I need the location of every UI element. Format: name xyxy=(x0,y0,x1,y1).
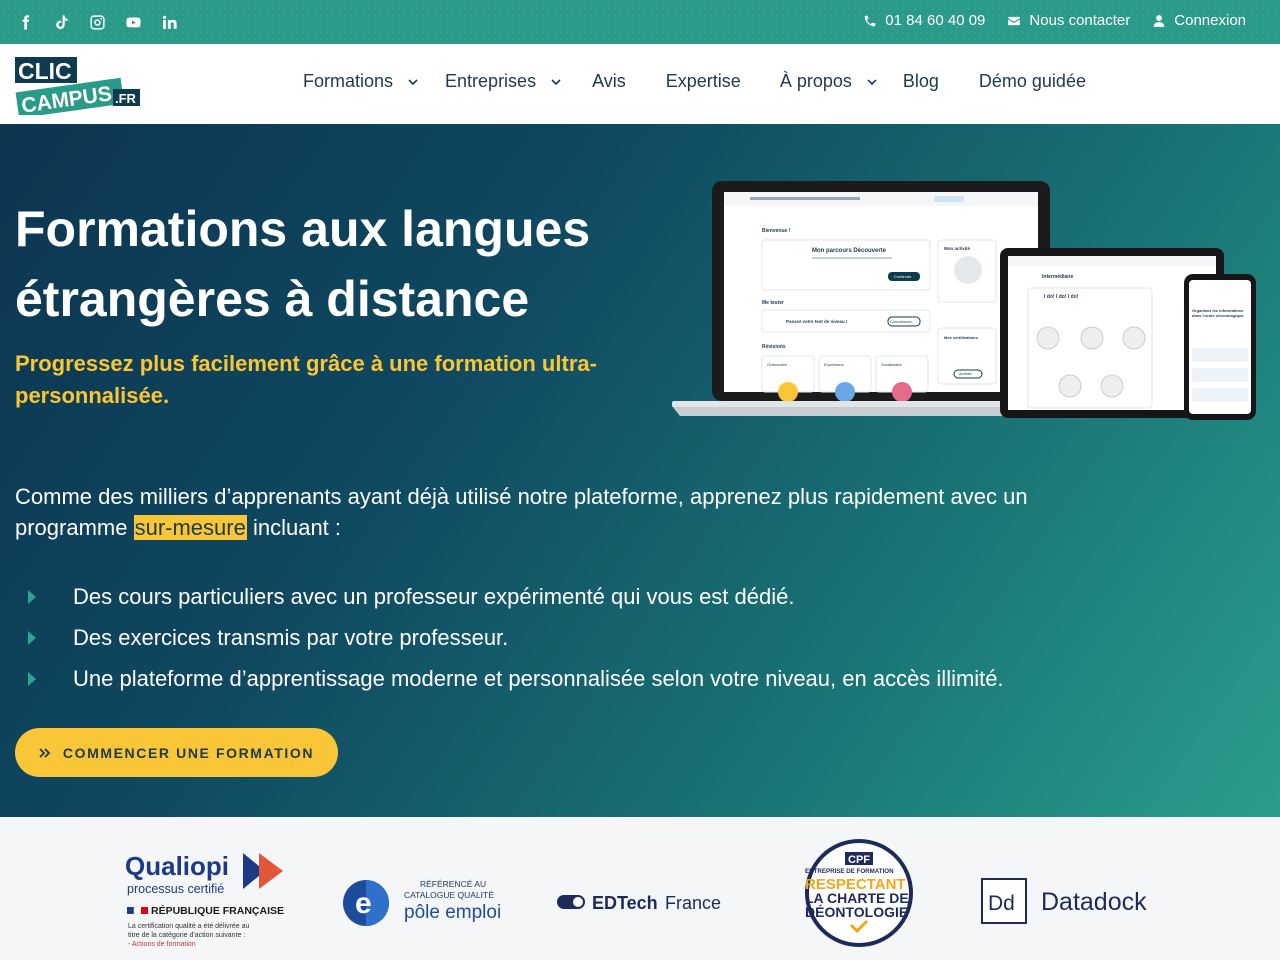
svg-text:RÉPUBLIQUE FRANÇAISE: RÉPUBLIQUE FRANÇAISE xyxy=(151,904,284,917)
nav-label: Entreprises xyxy=(445,71,537,91)
nav-label: Blog xyxy=(902,71,939,91)
list-item: Des exercices transmis par votre profess… xyxy=(28,617,1004,658)
bullet-text: Une plateforme d’apprentissage moderne e… xyxy=(73,665,1004,691)
svg-text:Me tester: Me tester xyxy=(762,300,784,306)
svg-text:.FR: .FR xyxy=(115,91,137,106)
svg-text:- Actions de formation: - Actions de formation xyxy=(128,941,196,948)
hero-paragraph: Comme des milliers d’apprenants ayant dé… xyxy=(15,481,1085,543)
contact-label: Nous contacter xyxy=(1029,12,1131,29)
nav-menu: Formations Entreprises Avis Expertise À … xyxy=(303,71,1086,92)
chevron-down-icon xyxy=(408,78,418,85)
svg-text:EDTech: EDTech xyxy=(592,893,658,913)
nav-item-a-propos[interactable]: À propos xyxy=(780,71,878,92)
bullet-text: Des exercices transmis par votre profess… xyxy=(73,624,509,650)
svg-text:Expression: Expression xyxy=(824,362,844,367)
svg-text:I do! I do! I do!: I do! I do! I do! xyxy=(1044,294,1079,300)
svg-text:DÉONTOLOGIE: DÉONTOLOGIE xyxy=(805,904,908,920)
nav-item-entreprises[interactable]: Entreprises xyxy=(445,71,562,92)
bullet-arrow-icon xyxy=(28,671,36,686)
cta-label: COMMENCER UNE FORMATION xyxy=(62,744,315,761)
para-text: incluant : xyxy=(246,515,342,540)
cpf-charter-badge: CPF ENTREPRISE DE FORMATION RESPECTANT L… xyxy=(805,839,913,947)
phone-icon xyxy=(865,15,876,26)
svg-text:Bienvenue !: Bienvenue ! xyxy=(762,228,791,234)
datadock-logo: Dd Datadock xyxy=(981,878,1147,924)
list-item: Des cours particuliers avec un professeu… xyxy=(28,576,1004,617)
svg-text:CATALOGUE QUALITÉ: CATALOGUE QUALITÉ xyxy=(404,890,494,900)
svg-text:RÉFÉRENCÉ AU: RÉFÉRENCÉ AU xyxy=(420,879,486,889)
svg-text:Mon parcours Découverte: Mon parcours Découverte xyxy=(812,248,887,254)
chevron-down-icon xyxy=(551,78,561,85)
nav-item-expertise[interactable]: Expertise xyxy=(666,71,741,92)
tiktok-icon[interactable] xyxy=(50,11,72,33)
contact-link[interactable]: Nous contacter xyxy=(1007,12,1130,29)
hero-subtitle: Progressez plus facilement grâce à une f… xyxy=(15,351,597,408)
pole-emploi-logo: e RÉFÉRENCÉ AU CATALOGUE QUALITÉ pôle em… xyxy=(343,879,501,926)
benefit-list: Des cours particuliers avec un professeu… xyxy=(28,576,1004,699)
start-training-button[interactable]: COMMENCER UNE FORMATION xyxy=(15,728,338,777)
svg-text:Intermédiaire: Intermédiaire xyxy=(1042,274,1074,280)
top-links: 01 84 60 40 09 Nous contacter Connexion xyxy=(863,12,1246,29)
user-icon xyxy=(1154,14,1165,27)
main-nav: CLIC CAMPUS .FR Formations Entreprises A… xyxy=(0,44,1280,124)
nav-label: Avis xyxy=(592,71,626,91)
svg-text:Dd: Dd xyxy=(988,892,1015,915)
svg-text:ENTREPRISE DE FORMATION: ENTREPRISE DE FORMATION xyxy=(805,868,894,875)
instagram-icon[interactable] xyxy=(86,11,108,33)
hero-section: Formations aux langues étrangères à dist… xyxy=(0,124,1280,817)
nav-item-avis[interactable]: Avis xyxy=(592,71,626,92)
envelope-icon xyxy=(1008,16,1021,25)
clic-campus-logo[interactable]: CLIC CAMPUS .FR xyxy=(15,55,141,115)
platform-devices-mockup: Bienvenue ! Mon parcours Découverte Cont… xyxy=(672,181,1256,420)
social-links xyxy=(14,11,180,33)
svg-text:Accéder: Accéder xyxy=(959,372,973,376)
svg-text:Commencer: Commencer xyxy=(890,319,912,324)
nav-label: Formations xyxy=(303,71,394,91)
svg-text:Révisions: Révisions xyxy=(762,344,786,350)
bullet-text: Des cours particuliers avec un professeu… xyxy=(73,583,795,609)
double-chevron-right-icon xyxy=(39,747,51,758)
svg-text:France: France xyxy=(665,893,721,913)
nav-label: À propos xyxy=(779,71,852,91)
svg-text:La certification qualité a été: La certification qualité a été délivrée … xyxy=(128,923,250,930)
bullet-arrow-icon xyxy=(28,589,36,604)
svg-text:Vocabulaire: Vocabulaire xyxy=(881,362,903,367)
phone-number: 01 84 60 40 09 xyxy=(885,12,986,29)
nav-item-demo[interactable]: Démo guidée xyxy=(979,71,1086,92)
svg-text:e: e xyxy=(355,887,372,920)
hero-title: Formations aux langues étrangères à dist… xyxy=(15,201,591,327)
qualiopi-logo: Qualiopi processus certifié RÉPUBLIQUE F… xyxy=(125,851,284,948)
linkedin-icon[interactable] xyxy=(158,11,180,33)
bullet-arrow-icon xyxy=(28,630,36,645)
youtube-icon[interactable] xyxy=(122,11,144,33)
svg-text:pôle emploi: pôle emploi xyxy=(404,902,501,923)
svg-text:CLIC: CLIC xyxy=(18,58,72,84)
nav-label: Démo guidée xyxy=(978,71,1086,91)
phone-link[interactable]: 01 84 60 40 09 xyxy=(863,12,985,29)
svg-text:Qualiopi: Qualiopi xyxy=(125,851,229,881)
svg-text:Passez votre test de niveau !: Passez votre test de niveau ! xyxy=(786,319,848,324)
svg-text:Mon activité: Mon activité xyxy=(944,246,971,251)
login-link[interactable]: Connexion xyxy=(1152,12,1246,29)
svg-text:processus certifié: processus certifié xyxy=(127,882,224,896)
svg-text:CPF: CPF xyxy=(848,854,870,866)
svg-text:Mes certifications: Mes certifications xyxy=(944,335,979,340)
svg-text:titre de la catégorie d'action: titre de la catégorie d'action suivante … xyxy=(128,932,245,939)
nav-label: Expertise xyxy=(665,71,741,91)
chevron-down-icon xyxy=(867,78,877,85)
certifications-band: Qualiopi processus certifié RÉPUBLIQUE F… xyxy=(0,817,1280,960)
svg-text:Datadock: Datadock xyxy=(1041,888,1147,916)
nav-item-formations[interactable]: Formations xyxy=(303,71,419,92)
highlight-sur-mesure: sur-mesure xyxy=(133,515,247,540)
facebook-icon[interactable] xyxy=(14,11,36,33)
edtech-france-logo: EDTech France xyxy=(557,893,721,913)
svg-text:Continuer: Continuer xyxy=(894,274,912,279)
list-item: Une plateforme d’apprentissage moderne e… xyxy=(28,658,1004,699)
top-bar: 01 84 60 40 09 Nous contacter Connexion xyxy=(0,0,1280,44)
nav-item-blog[interactable]: Blog xyxy=(903,71,939,92)
login-label: Connexion xyxy=(1174,12,1246,29)
svg-text:Grammaire: Grammaire xyxy=(767,362,788,367)
